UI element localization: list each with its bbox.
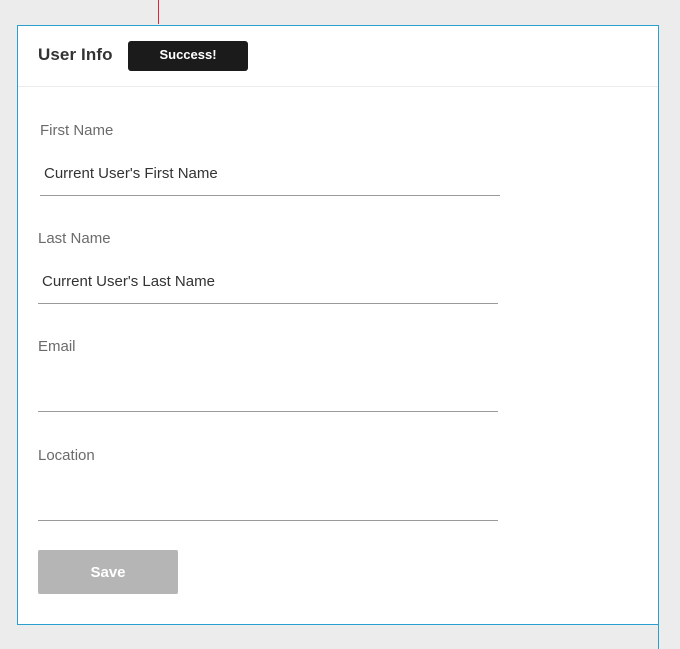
email-label: Email [38, 338, 76, 355]
page: User Info Success! First Name Last Name … [0, 0, 680, 649]
user-info-card: User Info Success! First Name Last Name … [17, 25, 659, 625]
guide-line [158, 0, 159, 24]
card-header: User Info Success! [18, 26, 658, 87]
first-name-label: First Name [40, 122, 114, 139]
email-input[interactable] [38, 367, 498, 412]
location-label: Location [38, 447, 95, 464]
last-name-field: Last Name [38, 229, 498, 304]
location-input[interactable] [38, 476, 498, 521]
location-field: Location [38, 446, 498, 521]
save-button[interactable]: Save [38, 550, 178, 594]
first-name-field: First Name [40, 121, 500, 196]
success-toast: Success! [128, 41, 248, 71]
last-name-input[interactable] [38, 259, 498, 304]
guide-line [658, 624, 659, 649]
page-title: User Info [38, 45, 113, 64]
first-name-input[interactable] [40, 151, 500, 196]
last-name-label: Last Name [38, 230, 111, 247]
email-field: Email [38, 337, 498, 412]
